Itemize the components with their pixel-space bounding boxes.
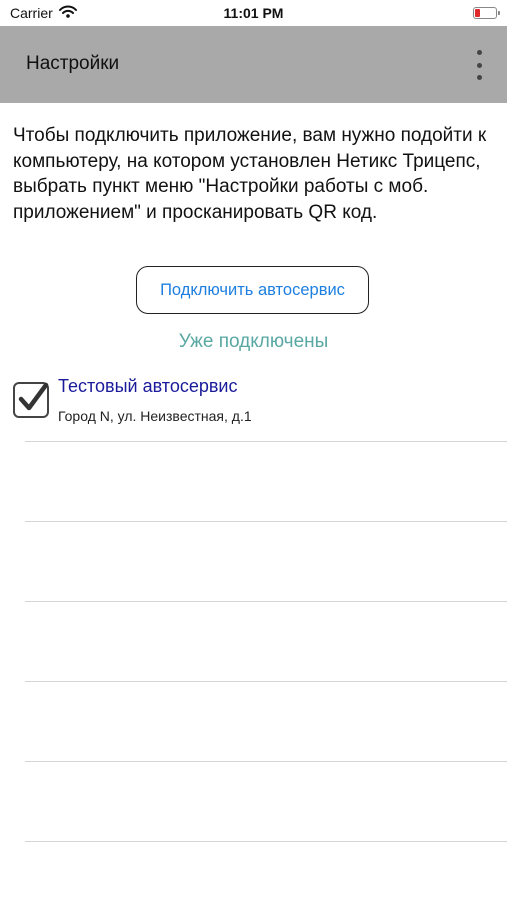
status-bar: Carrier 11:01 PM xyxy=(0,0,507,26)
service-name: Тестовый автосервис xyxy=(58,376,238,396)
clock: 11:01 PM xyxy=(223,5,284,21)
divider xyxy=(25,601,507,602)
service-address: Город N, ул. Неизвестная, д.1 xyxy=(58,408,252,424)
page-title: Настройки xyxy=(26,53,120,74)
connected-heading: Уже подключены xyxy=(178,331,329,352)
divider xyxy=(25,761,507,762)
list-item[interactable]: Тестовый автосервис Город N, ул. Неизвес… xyxy=(0,372,507,440)
divider xyxy=(25,841,507,842)
instructions-text: Чтобы подключить приложение, вам нужно п… xyxy=(13,125,487,223)
divider xyxy=(25,521,507,522)
battery-icon xyxy=(473,7,500,19)
service-checkbox[interactable] xyxy=(13,382,49,418)
divider xyxy=(25,441,507,442)
divider xyxy=(25,681,507,682)
more-menu-icon[interactable] xyxy=(471,50,487,80)
app-header: Настройки xyxy=(0,26,507,103)
checkmark-icon xyxy=(18,382,49,411)
connect-service-button[interactable]: Подключить автосервис xyxy=(136,266,369,314)
